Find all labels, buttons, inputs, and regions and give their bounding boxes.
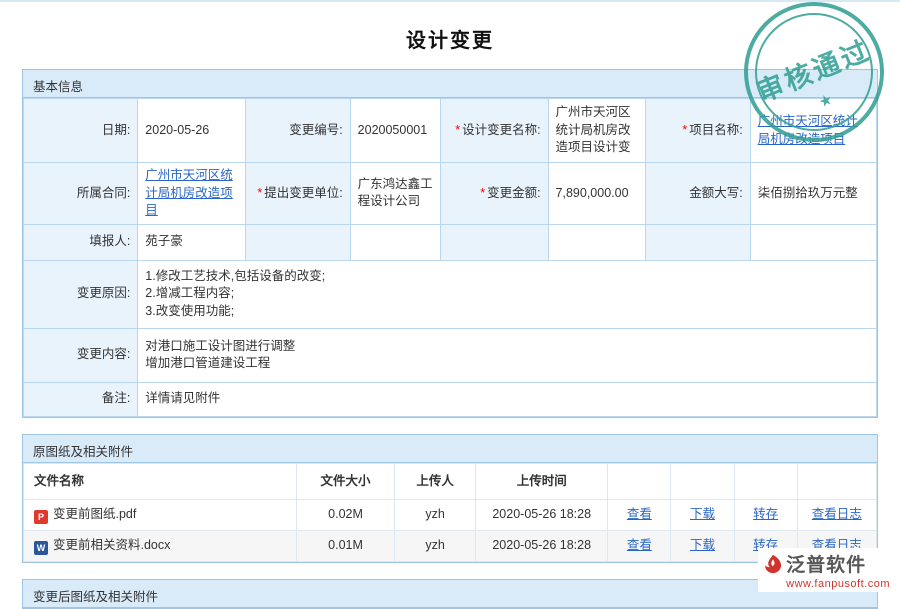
- col-header-empty: [797, 463, 876, 500]
- unit-label: *提出变更单位:: [245, 163, 350, 225]
- transfer-link[interactable]: 转存: [753, 507, 778, 521]
- remark-label: 备注:: [24, 382, 138, 416]
- required-icon: *: [480, 186, 485, 200]
- col-header-file-name: 文件名称: [24, 463, 297, 500]
- file-name: 变更前相关资料.docx: [53, 538, 170, 552]
- contract-link[interactable]: 广州市天河区统计局机房改造项目: [145, 168, 233, 217]
- contract-value-cell: 广州市天河区统计局机房改造项目: [138, 163, 245, 225]
- file-name-cell: P 变更前图纸.pdf: [24, 500, 297, 531]
- upload-time: 2020-05-26 18:28: [476, 531, 608, 562]
- uploader: yzh: [395, 500, 476, 531]
- uploader: yzh: [395, 531, 476, 562]
- brand-name: 泛普软件: [786, 550, 866, 577]
- view-link[interactable]: 查看: [627, 507, 652, 521]
- section-header-original-attachments: 原图纸及相关附件: [23, 435, 877, 463]
- remark-value: 详情请见附件: [138, 382, 877, 416]
- page-title: 设计变更: [0, 2, 900, 69]
- table-row: P 变更前图纸.pdf 0.02M yzh 2020-05-26 18:28 查看…: [24, 500, 877, 531]
- section-header-after-attachments: 变更后图纸及相关附件: [23, 580, 877, 608]
- original-attachments-panel: 原图纸及相关附件 文件名称 文件大小 上传人 上传时间 P 变更前图纸.pdf 0…: [22, 434, 878, 564]
- project-value-cell: 广州市天河区统计局机房改造项目: [750, 99, 876, 163]
- project-label: *项目名称:: [645, 99, 750, 163]
- change-no-label: 变更编号:: [245, 99, 350, 163]
- change-name-value: 广州市天河区统计局机房改造项目设计变: [548, 99, 645, 163]
- file-name-cell: W 变更前相关资料.docx: [24, 531, 297, 562]
- reason-value: 1.修改工艺技术,包括设备的改变; 2.增减工程内容; 3.改变使用功能;: [138, 260, 877, 328]
- empty-cell: [350, 224, 440, 260]
- download-link[interactable]: 下载: [690, 538, 715, 552]
- attachments-table: 文件名称 文件大小 上传人 上传时间 P 变更前图纸.pdf 0.02M yzh …: [23, 463, 877, 563]
- basic-info-panel: 基本信息 日期: 2020-05-26 变更编号: 2020050001 *设计…: [22, 69, 878, 418]
- col-header-empty: [608, 463, 671, 500]
- date-label: 日期:: [24, 99, 138, 163]
- project-link[interactable]: 广州市天河区统计局机房改造项目: [758, 114, 858, 146]
- empty-cell: [645, 224, 750, 260]
- change-name-label: *设计变更名称:: [441, 99, 548, 163]
- action-cell: 转存: [734, 500, 797, 531]
- table-row: W 变更前相关资料.docx 0.01M yzh 2020-05-26 18:28…: [24, 531, 877, 562]
- reporter-label: 填报人:: [24, 224, 138, 260]
- action-cell: 下载: [671, 500, 734, 531]
- file-name: 变更前图纸.pdf: [53, 507, 136, 521]
- change-no-value: 2020050001: [350, 99, 440, 163]
- section-header-basic-info: 基本信息: [23, 70, 877, 98]
- download-link[interactable]: 下载: [690, 507, 715, 521]
- reporter-value: 苑子豪: [138, 224, 245, 260]
- file-size: 0.02M: [296, 500, 394, 531]
- contract-label: 所属合同:: [24, 163, 138, 225]
- action-cell: 查看: [608, 531, 671, 562]
- fanpu-logo: 泛普软件 www.fanpusoft.com: [758, 548, 894, 592]
- empty-cell: [441, 224, 548, 260]
- file-size: 0.01M: [296, 531, 394, 562]
- basic-info-table: 日期: 2020-05-26 变更编号: 2020050001 *设计变更名称:…: [23, 98, 877, 417]
- empty-cell: [548, 224, 645, 260]
- col-header-empty: [734, 463, 797, 500]
- col-header-uploader: 上传人: [395, 463, 476, 500]
- logo-flame-icon: [762, 553, 784, 575]
- content-value: 对港口施工设计图进行调整 增加港口管道建设工程: [138, 328, 877, 382]
- view-link[interactable]: 查看: [627, 538, 652, 552]
- amount-label: *变更金额:: [441, 163, 548, 225]
- content-label: 变更内容:: [24, 328, 138, 382]
- col-header-empty: [671, 463, 734, 500]
- empty-cell: [245, 224, 350, 260]
- reason-label: 变更原因:: [24, 260, 138, 328]
- word-file-icon: W: [34, 541, 48, 555]
- required-icon: *: [682, 123, 687, 137]
- after-attachments-panel: 变更后图纸及相关附件: [22, 579, 878, 609]
- pdf-file-icon: P: [34, 510, 48, 524]
- action-cell: 查看日志: [797, 500, 876, 531]
- required-icon: *: [257, 186, 262, 200]
- action-cell: 查看: [608, 500, 671, 531]
- action-cell: 下载: [671, 531, 734, 562]
- empty-cell: [750, 224, 876, 260]
- required-icon: *: [455, 123, 460, 137]
- amount-words-value: 柒佰捌拾玖万元整: [750, 163, 876, 225]
- date-value: 2020-05-26: [138, 99, 245, 163]
- col-header-file-size: 文件大小: [296, 463, 394, 500]
- upload-time: 2020-05-26 18:28: [476, 500, 608, 531]
- unit-value: 广东鸿达鑫工程设计公司: [350, 163, 440, 225]
- view-log-link[interactable]: 查看日志: [812, 507, 862, 521]
- col-header-upload-time: 上传时间: [476, 463, 608, 500]
- brand-url: www.fanpusoft.com: [762, 578, 890, 590]
- amount-words-label: 金额大写:: [645, 163, 750, 225]
- amount-value: 7,890,000.00: [548, 163, 645, 225]
